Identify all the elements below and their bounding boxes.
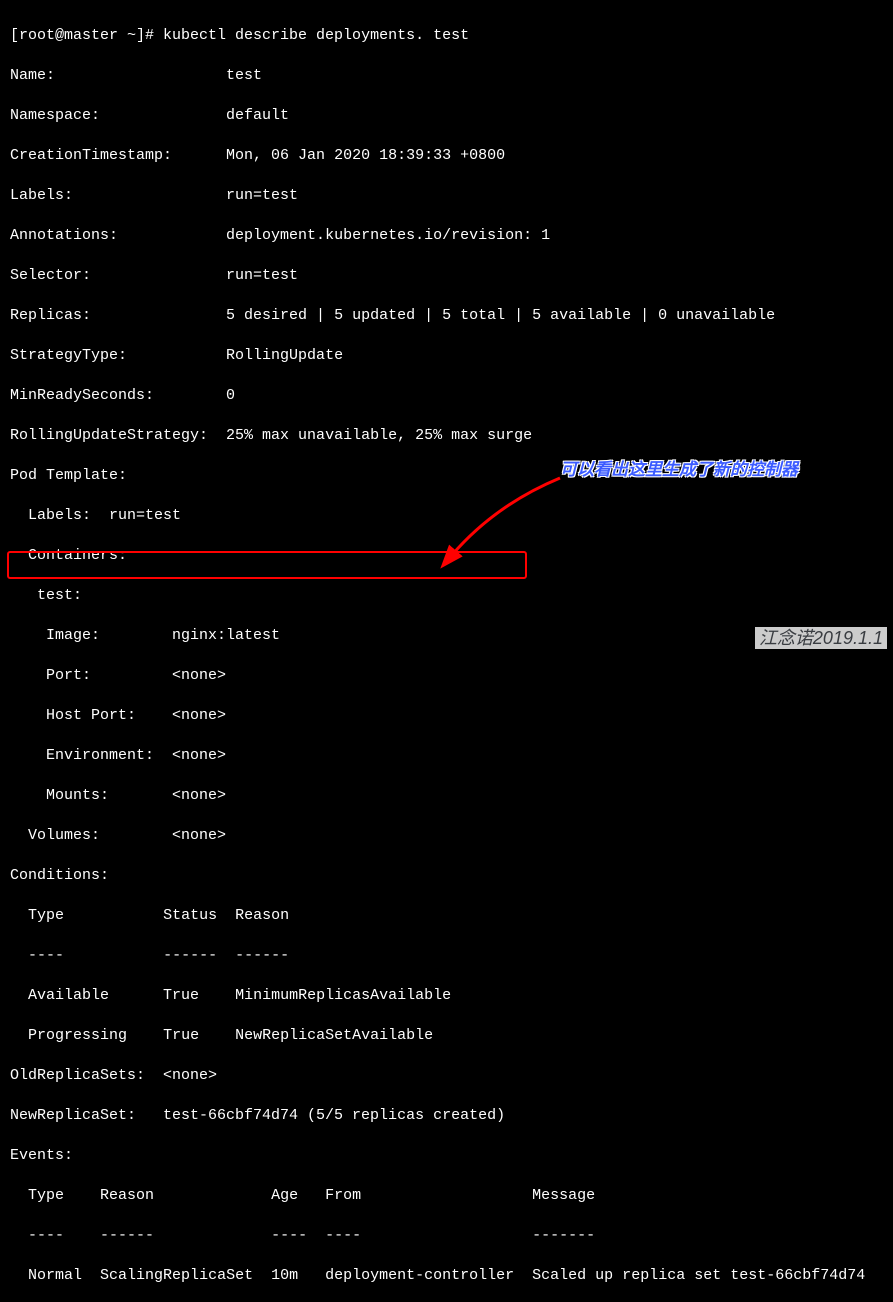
events-header: Events: [10, 1146, 883, 1166]
condition-row: Available True MinimumReplicasAvailable [10, 986, 883, 1006]
annotation-text: 可以看出这里生成了新的控制器 [560, 460, 798, 480]
container-mounts: Mounts: <none> [10, 786, 883, 806]
field-namespace: Namespace: default [10, 106, 883, 126]
field-strategy: StrategyType: RollingUpdate [10, 346, 883, 366]
container-hostport: Host Port: <none> [10, 706, 883, 726]
terminal-output: [root@master ~]# kubectl describe deploy… [0, 0, 893, 1302]
container-image: Image: nginx:latest [10, 626, 883, 646]
conditions-cols: Type Status Reason [10, 906, 883, 926]
container-env: Environment: <none> [10, 746, 883, 766]
event-row: Normal ScalingReplicaSet 10m deployment-… [10, 1266, 883, 1286]
prompt-line[interactable]: [root@master ~]# kubectl describe deploy… [10, 26, 883, 46]
container-name: test: [10, 586, 883, 606]
old-replicaset: OldReplicaSets: <none> [10, 1066, 883, 1086]
condition-row: Progressing True NewReplicaSetAvailable [10, 1026, 883, 1046]
prompt: [root@master ~]# [10, 27, 163, 44]
events-sep: ---- ------ ---- ---- ------- [10, 1226, 883, 1246]
containers-header: Containers: [10, 546, 883, 566]
field-replicas: Replicas: 5 desired | 5 updated | 5 tota… [10, 306, 883, 326]
new-replicaset: NewReplicaSet: test-66cbf74d74 (5/5 repl… [10, 1106, 883, 1126]
watermark: 江念诺2019.1.1 [755, 627, 887, 649]
conditions-sep: ---- ------ ------ [10, 946, 883, 966]
conditions-header: Conditions: [10, 866, 883, 886]
pod-labels: Labels: run=test [10, 506, 883, 526]
field-creation: CreationTimestamp: Mon, 06 Jan 2020 18:3… [10, 146, 883, 166]
field-selector: Selector: run=test [10, 266, 883, 286]
container-port: Port: <none> [10, 666, 883, 686]
events-cols: Type Reason Age From Message [10, 1186, 883, 1206]
command: kubectl describe deployments. test [163, 27, 469, 44]
field-minready: MinReadySeconds: 0 [10, 386, 883, 406]
field-labels: Labels: run=test [10, 186, 883, 206]
field-name: Name: test [10, 66, 883, 86]
field-annotations: Annotations: deployment.kubernetes.io/re… [10, 226, 883, 246]
volumes: Volumes: <none> [10, 826, 883, 846]
field-rolling: RollingUpdateStrategy: 25% max unavailab… [10, 426, 883, 446]
